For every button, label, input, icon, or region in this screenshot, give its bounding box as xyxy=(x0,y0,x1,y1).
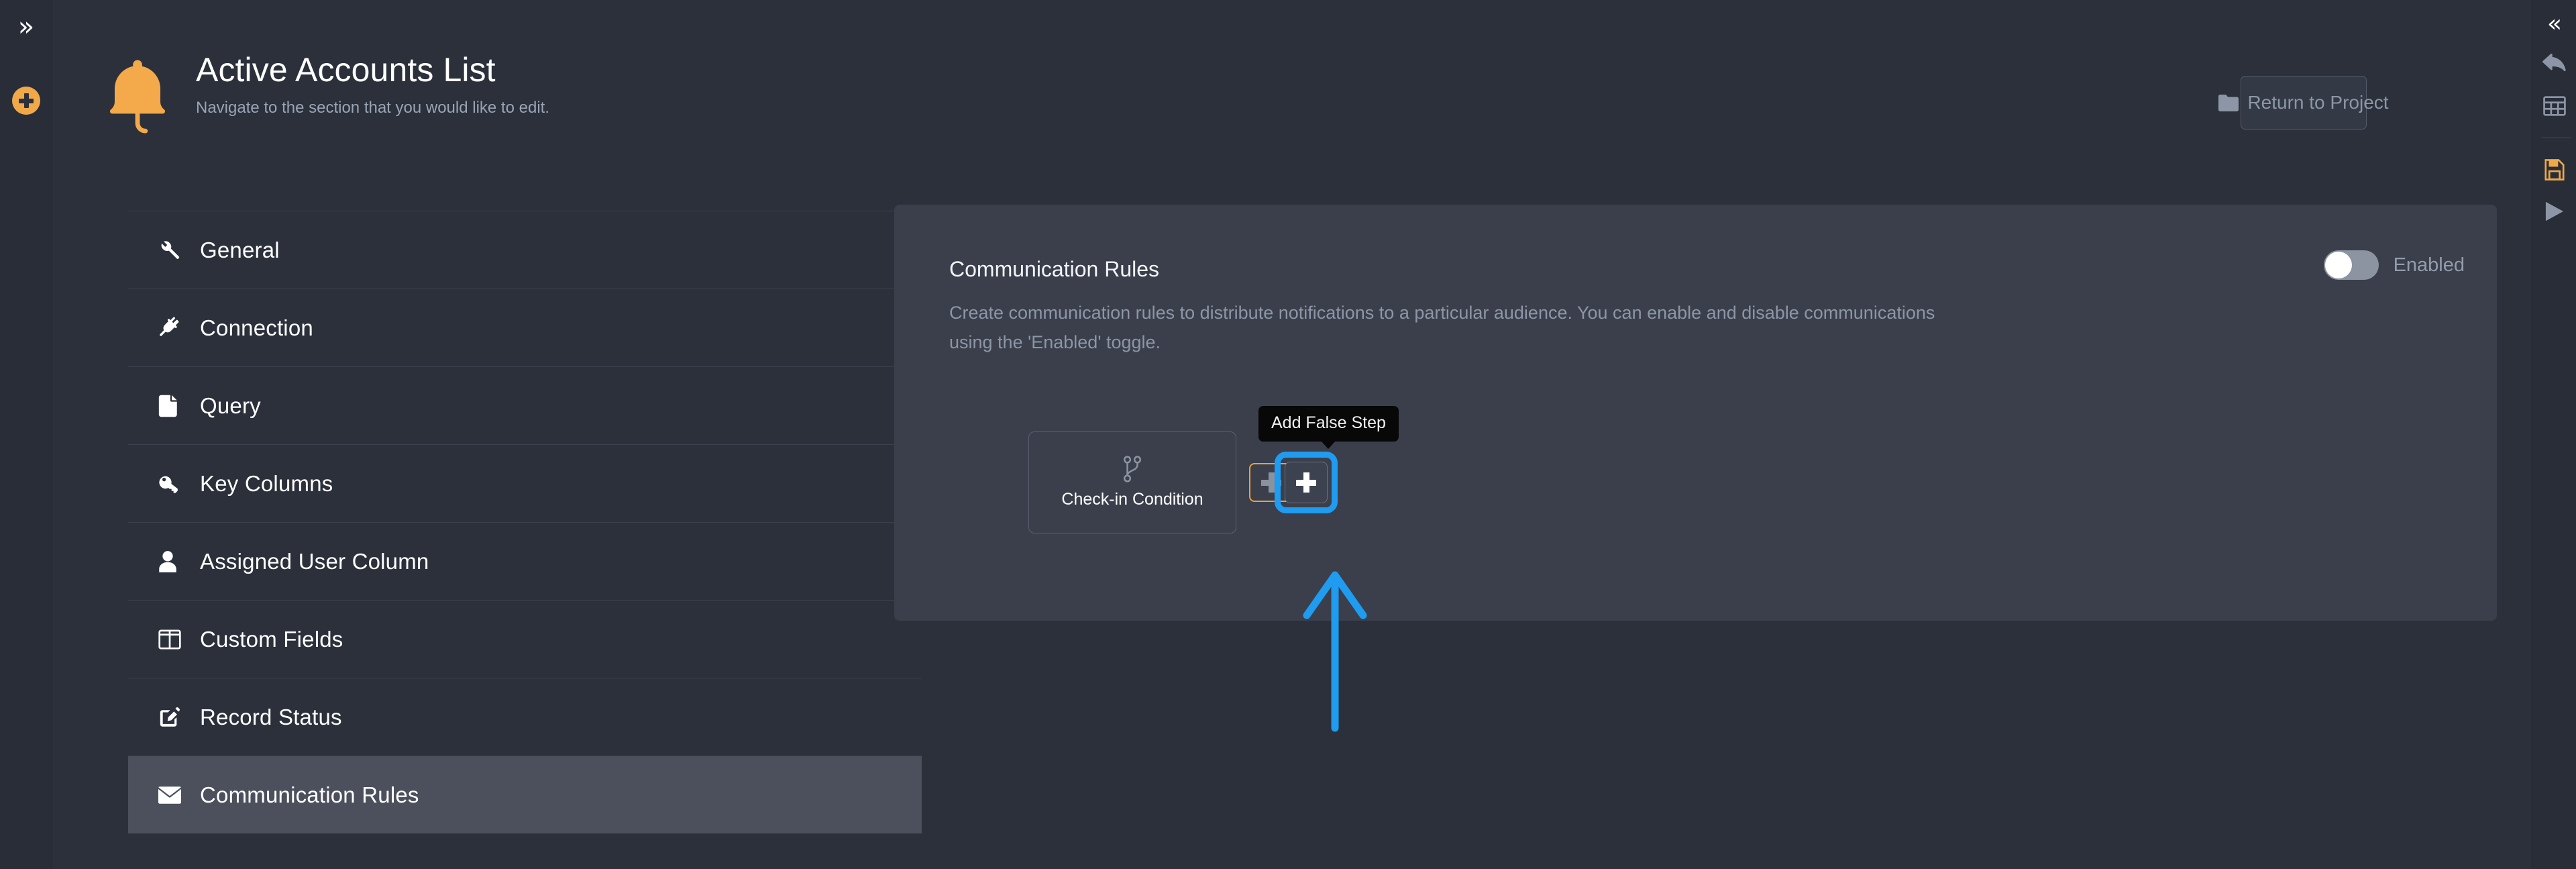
user-icon xyxy=(158,550,200,573)
tooltip-text: Add False Step xyxy=(1271,413,1386,432)
toggle-knob xyxy=(2324,252,2352,278)
collapse-panel-button[interactable]: « xyxy=(2532,4,2576,44)
page-header: Active Accounts List Navigate to the sec… xyxy=(87,52,549,136)
save-button[interactable] xyxy=(2532,151,2576,191)
card-description: Create communication rules to distribute… xyxy=(949,303,1935,352)
page-subtitle: Navigate to the section that you would l… xyxy=(196,98,549,117)
key-icon xyxy=(158,472,200,495)
chevron-double-left-icon: « xyxy=(2546,10,2563,38)
page-title: Active Accounts List xyxy=(196,51,496,89)
run-button[interactable] xyxy=(2532,193,2576,233)
app-root: » Active Accounts List Navigate to the s… xyxy=(0,0,2576,869)
sidebar-item-label: Communication Rules xyxy=(200,782,419,807)
undo-arrow-icon xyxy=(2542,53,2567,79)
chevron-double-right-icon: » xyxy=(17,11,35,42)
plug-icon xyxy=(158,317,200,340)
save-floppy-icon xyxy=(2544,158,2565,184)
left-rail: » xyxy=(0,0,52,869)
play-triangle-icon xyxy=(2544,201,2565,225)
expand-left-panel-button[interactable]: » xyxy=(0,11,52,43)
settings-nav-pane: Active Accounts List Navigate to the sec… xyxy=(52,0,922,869)
settings-nav-list: General Connection Query Key Columns Ass… xyxy=(128,211,922,833)
folder-icon xyxy=(2218,94,2239,111)
return-to-project-label: Return to Project xyxy=(2247,92,2389,113)
sidebar-item-query[interactable]: Query xyxy=(128,366,922,444)
sidebar-item-custom-fields[interactable]: Custom Fields xyxy=(128,600,922,678)
enabled-toggle-label: Enabled xyxy=(2393,254,2465,276)
columns-icon xyxy=(158,629,200,650)
check-in-condition-node[interactable]: Check-in Condition xyxy=(1028,431,1236,533)
sidebar-item-general[interactable]: General xyxy=(128,211,922,289)
tooltip-arrow-icon xyxy=(1321,441,1336,449)
enabled-toggle[interactable]: Enabled xyxy=(2323,250,2465,280)
communication-rules-card: Communication Rules Create communication… xyxy=(894,205,2497,621)
card-title: Communication Rules xyxy=(949,257,1160,281)
code-branch-icon xyxy=(1122,456,1142,486)
toggle-track xyxy=(2323,250,2379,280)
undo-button[interactable] xyxy=(2532,46,2576,86)
table-grid-icon xyxy=(2543,95,2566,119)
sidebar-item-connection[interactable]: Connection xyxy=(128,289,922,366)
sidebar-item-label: General xyxy=(200,237,280,262)
wrench-icon xyxy=(158,239,200,262)
edit-square-icon xyxy=(158,706,200,729)
check-in-condition-label: Check-in Condition xyxy=(1061,490,1203,509)
sidebar-item-label: Record Status xyxy=(200,704,342,729)
sidebar-item-label: Key Columns xyxy=(200,470,333,496)
file-icon xyxy=(158,395,200,417)
sidebar-item-label: Query xyxy=(200,393,261,418)
add-item-button[interactable] xyxy=(0,85,52,117)
envelope-icon xyxy=(158,786,200,804)
sidebar-item-label: Custom Fields xyxy=(200,626,343,652)
sidebar-item-record-status[interactable]: Record Status xyxy=(128,678,922,756)
sidebar-item-label: Connection xyxy=(200,315,313,340)
right-rail: « xyxy=(2532,0,2576,869)
add-false-step-tooltip: Add False Step xyxy=(1258,406,1399,449)
return-to-project-button[interactable]: Return to Project xyxy=(2218,76,2389,130)
sidebar-item-key-columns[interactable]: Key Columns xyxy=(128,444,922,522)
table-view-button[interactable] xyxy=(2532,87,2576,127)
add-false-step-button[interactable] xyxy=(1285,462,1328,503)
plus-icon xyxy=(1261,472,1281,493)
sidebar-item-assigned-user-column[interactable]: Assigned User Column xyxy=(128,522,922,600)
plus-icon xyxy=(1296,472,1316,493)
bell-icon xyxy=(87,52,188,136)
sidebar-item-label: Assigned User Column xyxy=(200,548,429,574)
circle-plus-icon xyxy=(12,87,40,115)
sidebar-item-communication-rules[interactable]: Communication Rules xyxy=(128,756,922,833)
